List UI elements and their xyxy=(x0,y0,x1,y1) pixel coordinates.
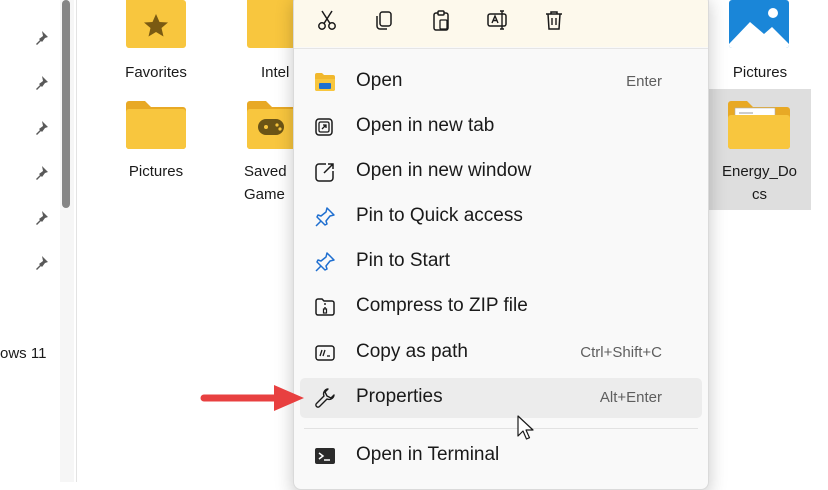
pin-icon[interactable] xyxy=(33,255,49,271)
rename-icon xyxy=(487,10,507,30)
menu-item-shortcut: Alt+Enter xyxy=(599,389,662,406)
menu-item-compress-zip[interactable]: Compress to ZIP file xyxy=(300,287,702,327)
menu-item-open-new-window[interactable]: Open in new window xyxy=(300,152,702,192)
menu-item-pin-start[interactable]: Pin to Start xyxy=(300,242,702,282)
folder-document-icon xyxy=(728,101,790,149)
pin-icon[interactable] xyxy=(33,30,49,46)
menu-item-shortcut: Enter xyxy=(626,73,662,90)
menu-item-label: Open in Terminal xyxy=(356,444,500,465)
menu-item-label: Pin to Quick access xyxy=(356,205,523,226)
nav-item-label[interactable]: ows 11 xyxy=(0,345,46,362)
pane-divider xyxy=(76,0,77,482)
cut-button[interactable] xyxy=(312,5,342,35)
cut-icon xyxy=(318,10,336,30)
menu-item-open-terminal[interactable]: Open in Terminal xyxy=(300,436,702,476)
folder-icon xyxy=(126,101,186,149)
item-label: Favorites xyxy=(125,64,187,81)
menu-item-label: Copy as path xyxy=(356,341,468,362)
menu-item-copy-as-path[interactable]: Copy as path Ctrl+Shift+C xyxy=(300,333,702,373)
pin-icon[interactable] xyxy=(33,120,49,136)
scrollbar-thumb[interactable] xyxy=(62,0,70,208)
paste-button[interactable] xyxy=(426,5,456,35)
navigation-pane xyxy=(0,0,56,482)
copy-button[interactable] xyxy=(369,5,399,35)
pin-icon xyxy=(315,252,335,272)
context-menu-toolbar xyxy=(294,0,708,47)
pin-icon[interactable] xyxy=(33,210,49,226)
item-label: Energy_Do xyxy=(721,163,798,180)
zip-icon xyxy=(315,298,335,316)
item-label-line2: cs xyxy=(752,186,767,203)
menu-item-properties[interactable]: Properties Alt+Enter xyxy=(300,378,702,418)
paste-icon xyxy=(433,10,449,31)
menu-item-label: Open in new tab xyxy=(356,115,495,136)
folder-star-icon xyxy=(126,0,186,48)
menu-item-label: Open in new window xyxy=(356,160,532,181)
rename-button[interactable] xyxy=(483,5,513,35)
pictures-icon xyxy=(729,0,789,48)
pin-icon[interactable] xyxy=(33,165,49,181)
delete-icon xyxy=(546,11,562,30)
pin-icon xyxy=(315,207,335,227)
copy-icon xyxy=(376,11,392,30)
wrench-icon xyxy=(315,388,335,408)
delete-button[interactable] xyxy=(539,5,569,35)
menu-item-label: Pin to Start xyxy=(356,250,450,271)
menu-item-open[interactable]: Open Enter xyxy=(300,62,702,102)
menu-item-pin-quick-access[interactable]: Pin to Quick access xyxy=(300,197,702,237)
item-label: Pictures xyxy=(128,163,184,180)
terminal-icon xyxy=(315,448,335,464)
context-menu: Open Enter Open in new tab Open in new w… xyxy=(293,0,709,490)
item-label: Pictures xyxy=(732,64,788,81)
new-window-icon xyxy=(315,163,334,182)
menu-item-label: Properties xyxy=(356,386,443,407)
menu-separator xyxy=(304,428,698,429)
folder-open-icon xyxy=(315,73,335,91)
mouse-cursor-icon xyxy=(517,415,534,440)
menu-separator xyxy=(294,48,708,49)
copy-path-icon xyxy=(315,345,335,361)
menu-item-label: Open xyxy=(356,70,403,91)
menu-item-open-new-tab[interactable]: Open in new tab xyxy=(300,107,702,147)
menu-item-shortcut: Ctrl+Shift+C xyxy=(580,344,662,361)
pin-icon[interactable] xyxy=(33,75,49,91)
annotation-arrow xyxy=(200,385,304,411)
new-tab-icon xyxy=(315,118,333,136)
menu-item-label: Compress to ZIP file xyxy=(356,295,528,316)
